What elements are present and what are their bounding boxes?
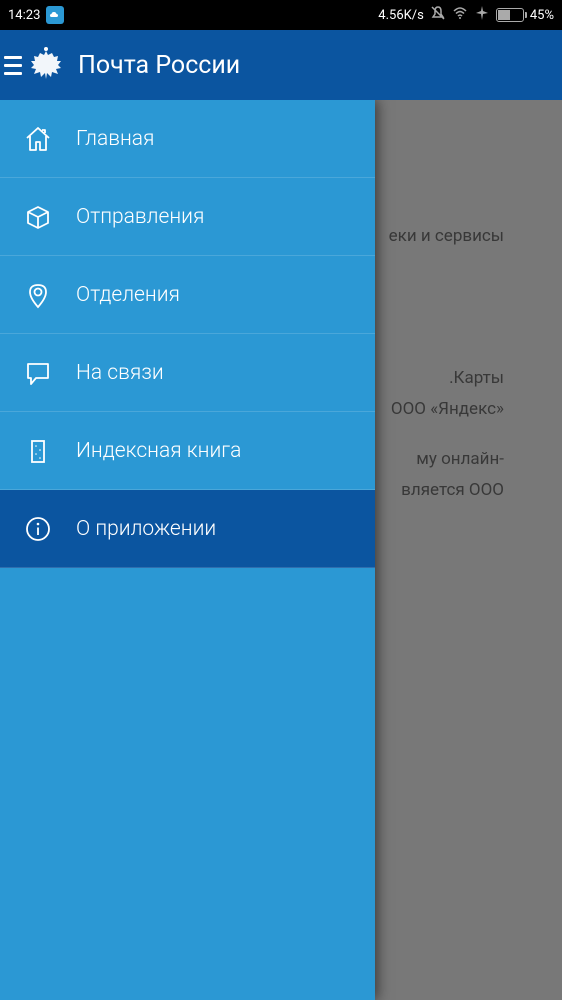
home-icon	[20, 121, 56, 157]
drawer-item-label: Отделения	[76, 283, 180, 307]
drawer-item-contact[interactable]: На связи	[0, 334, 375, 412]
drawer-item-label: О приложении	[76, 517, 216, 541]
app-logo-eagle-icon	[24, 43, 68, 87]
drawer-item-label: Главная	[76, 127, 154, 151]
battery-icon	[496, 8, 524, 22]
drawer-item-label: На связи	[76, 361, 164, 385]
drawer-item-home[interactable]: Главная	[0, 100, 375, 178]
app-title: Почта России	[78, 51, 240, 80]
book-icon	[20, 433, 56, 469]
package-icon	[20, 199, 56, 235]
drawer-item-shipments[interactable]: Отправления	[0, 178, 375, 256]
location-icon	[20, 277, 56, 313]
wifi-icon	[452, 5, 468, 25]
cloud-sync-icon	[46, 6, 64, 24]
status-time: 14:23	[8, 8, 40, 23]
silent-icon	[430, 5, 446, 25]
status-bar: 14:23 4.56K/s 45%	[0, 0, 562, 30]
drawer-item-label: Индексная книга	[76, 439, 241, 463]
navigation-drawer: Главная Отправления Отделения На связи И…	[0, 100, 375, 1000]
drawer-item-offices[interactable]: Отделения	[0, 256, 375, 334]
drawer-item-label: Отправления	[76, 205, 204, 229]
chat-icon	[20, 355, 56, 391]
status-battery-pct: 45%	[530, 8, 554, 23]
info-icon	[20, 511, 56, 547]
menu-button[interactable]	[4, 35, 22, 95]
status-speed: 4.56K/s	[378, 8, 424, 23]
drawer-item-about[interactable]: О приложении	[0, 490, 375, 568]
app-bar: Почта России	[0, 30, 562, 100]
airplane-icon	[474, 5, 490, 25]
drawer-item-index-book[interactable]: Индексная книга	[0, 412, 375, 490]
